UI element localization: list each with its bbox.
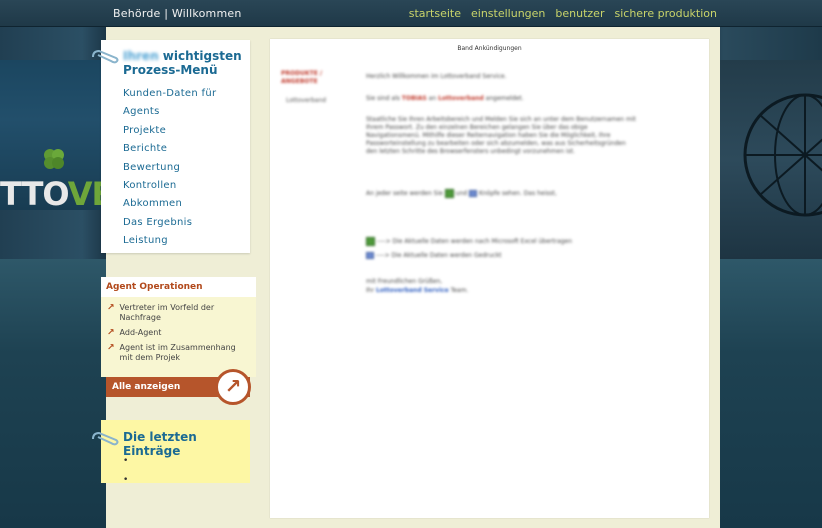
print-hint-text: ----> Die Aktuelle Daten werden Gedruckt: [375, 252, 502, 259]
print-icon: [366, 252, 374, 259]
agent-operations-panel: Agent Operationen ↗ Vertreter im Vorfeld…: [101, 277, 256, 377]
organization-label: Lottoverband: [286, 97, 327, 104]
buttons-hint-c: Knöpfe sehen. Das heisst,: [478, 190, 557, 197]
excel-icon: [366, 237, 375, 246]
menu-title-rest: wichtigsten: [162, 49, 242, 63]
operation-item[interactable]: ↗ Agent ist im Zusammenhang mit dem Proj…: [107, 343, 247, 363]
menu-item-ergebnis[interactable]: Das Ergebnis: [123, 214, 216, 232]
brand-separator: |: [164, 7, 169, 20]
brand-welcome: Willkommen: [171, 7, 242, 20]
recent-entries-panel: Die letzten Einträge: [101, 420, 250, 483]
menu-item-kontrollen[interactable]: Kontrollen: [123, 177, 216, 195]
print-icon: [469, 190, 478, 197]
login-text-a: Sie sind als: [366, 95, 400, 102]
menu-item-projekte[interactable]: Projekte: [123, 122, 216, 140]
menu-item-bewertung[interactable]: Bewertung: [123, 159, 216, 177]
lottery-drum-icon: [743, 93, 822, 217]
buttons-hint-b: und: [455, 190, 468, 197]
login-text-b: an: [428, 95, 437, 102]
menu-item-kunden-daten[interactable]: Kunden-Daten für: [123, 85, 216, 103]
excel-icon: [444, 189, 454, 198]
menu-item-agents[interactable]: Agents: [123, 103, 216, 121]
banner-logo-text: TTOVE: [0, 175, 113, 213]
operation-label: Agent ist im Zusammenhang mit dem Projek: [119, 343, 236, 362]
brand: Behörde | Willkommen: [113, 7, 242, 20]
paperclip-icon: [92, 431, 119, 446]
welcome-text: Herzlich Willkommen im Lottoverband Serv…: [366, 73, 507, 80]
recent-title: Die letzten Einträge: [123, 430, 197, 458]
clover-icon: [44, 149, 64, 169]
operation-label: Add-Agent: [119, 328, 162, 337]
signature-b: Team.: [450, 287, 469, 294]
top-nav: startseite einstellungen benutzer sicher…: [409, 7, 717, 20]
operations-title: Agent Operationen: [101, 277, 256, 297]
operations-list: ↗ Vertreter im Vorfeld der Nachfrage ↗ A…: [107, 303, 247, 368]
greeting-text: mit Freundlichen Grüßen,: [366, 278, 443, 285]
content-title: Band Ankündigungen: [457, 45, 522, 52]
arrow-up-right-icon: ↗: [107, 303, 115, 313]
instructions-text: Staatliche Sie Ihren Arbeitsbereich und …: [366, 116, 636, 155]
nav-benutzer[interactable]: benutzer: [555, 7, 604, 20]
excel-hint: ----> Die Aktuelle Daten werden nach Mic…: [366, 237, 646, 246]
list-item[interactable]: [123, 452, 132, 471]
products-label-line2: ANGEBOTE: [281, 78, 318, 85]
operation-item[interactable]: ↗ Add-Agent: [107, 328, 247, 338]
service-team-link[interactable]: Lottoverband Service: [376, 287, 449, 294]
menu-item-berichte[interactable]: Berichte: [123, 140, 216, 158]
process-menu: Ihren wichtigsten Prozess-Menü Kunden-Da…: [101, 40, 250, 253]
menu-item-leistung[interactable]: Leistung: [123, 232, 216, 250]
menu-title-line2: Prozess-Menü: [123, 63, 218, 77]
organization-name: Lottoverband: [438, 95, 484, 102]
menu-list: Kunden-Daten für Agents Projekte Bericht…: [123, 85, 216, 251]
nav-startseite[interactable]: startseite: [409, 7, 461, 20]
user-name: TOBIAS: [401, 95, 427, 102]
menu-title-blurred: Ihren: [123, 49, 159, 63]
menu-title: Ihren wichtigsten Prozess-Menü: [123, 49, 248, 77]
login-info: Sie sind als TOBIAS an Lottoverband ange…: [366, 95, 646, 103]
content-panel: Band Ankündigungen PRODUKTE / ANGEBOTE L…: [270, 39, 709, 518]
banner-text-main: TTO: [0, 175, 69, 213]
operation-label: Vertreter im Vorfeld der Nachfrage: [119, 303, 215, 322]
login-text-c: angemeldet.: [485, 95, 524, 102]
list-item[interactable]: [123, 471, 132, 490]
products-label[interactable]: PRODUKTE / ANGEBOTE: [281, 70, 322, 86]
print-hint: ----> Die Aktuelle Daten werden Gedruckt: [366, 252, 646, 260]
menu-item-abkommen[interactable]: Abkommen: [123, 195, 216, 213]
show-all-arrow-icon[interactable]: ↗: [215, 369, 251, 405]
buttons-hint: An jeder seite werden Sie und Knöpfe seh…: [366, 189, 646, 198]
products-label-line1: PRODUKTE /: [281, 70, 323, 77]
buttons-hint-a: An jeder seite werden Sie: [366, 190, 443, 197]
excel-hint-text: ----> Die Aktuelle Daten werden nach Mic…: [376, 238, 573, 245]
banner-right-image: [720, 60, 822, 260]
nav-einstellungen[interactable]: einstellungen: [471, 7, 545, 20]
top-bar: Behörde | Willkommen startseite einstell…: [0, 0, 822, 27]
nav-sichere-produktion[interactable]: sichere produktion: [614, 7, 717, 20]
paperclip-icon: [92, 49, 119, 64]
arrow-up-right-icon: ↗: [107, 328, 115, 338]
arrow-up-right-icon: ↗: [107, 343, 115, 353]
signature-a: Ihr: [366, 287, 375, 294]
recent-list: [123, 452, 132, 490]
signature: Ihr Lottoverband Service Team.: [366, 287, 646, 295]
operation-item[interactable]: ↗ Vertreter im Vorfeld der Nachfrage: [107, 303, 247, 323]
brand-authority: Behörde: [113, 7, 161, 20]
